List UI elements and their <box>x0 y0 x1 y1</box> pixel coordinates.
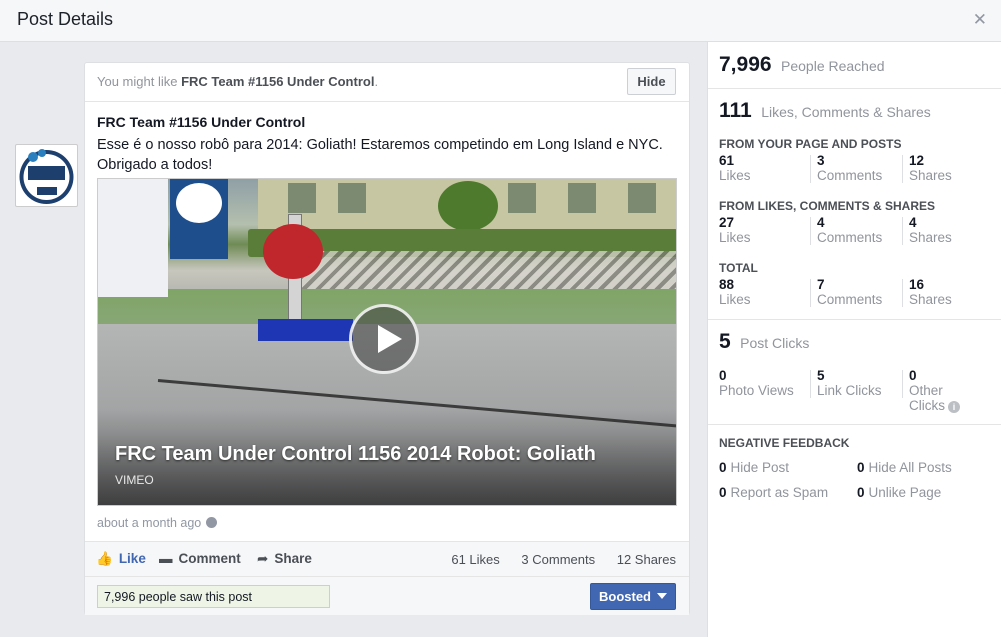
video-title[interactable]: FRC Team Under Control 1156 2014 Robot: … <box>115 443 596 466</box>
video-player[interactable]: FRC Team Under Control 1156 2014 Robot: … <box>97 178 677 506</box>
from-lcs-likes: 27 Likes <box>719 215 751 245</box>
post-author[interactable]: FRC Team #1156 Under Control <box>97 114 305 130</box>
total-heading: TOTAL <box>719 261 758 275</box>
modal-header: Post Details ✕ <box>0 0 1001 42</box>
close-icon[interactable]: ✕ <box>973 10 987 30</box>
boost-footer: 7,996 people saw this post Boosted <box>85 577 689 615</box>
from-lcs-shares: 4 Shares <box>909 215 952 245</box>
unlike-page-stat: 0 Unlike Page <box>857 485 942 500</box>
from-page-comments: 3 Comments <box>817 153 883 183</box>
hide-button[interactable]: Hide <box>627 68 676 95</box>
modal-title: Post Details <box>17 9 114 29</box>
suggestion-text: You might like FRC Team #1156 Under Cont… <box>97 74 379 89</box>
hide-all-posts-stat: 0 Hide All Posts <box>857 460 952 475</box>
clicks-label: Post Clicks <box>740 335 810 351</box>
negative-feedback-section: NEGATIVE FEEDBACK 0 Hide Post 0 Hide All P… <box>708 425 1001 525</box>
suggested-page-link[interactable]: FRC Team #1156 Under Control <box>181 74 374 89</box>
other-clicks: 0 Other Clicks i <box>909 368 960 413</box>
engagement-counts: 61 Likes 3 Comments 12 Shares <box>433 552 676 567</box>
reach-bar: 7,996 people saw this post <box>97 585 330 608</box>
post-clicks-section: 5 Post Clicks 0 Photo Views 5 Link Clicks … <box>708 320 1001 425</box>
play-icon[interactable] <box>349 304 419 374</box>
link-clicks: 5 Link Clicks <box>817 368 882 398</box>
insights-panel: 7,996 People Reached 111 Likes, Comments… <box>707 42 1001 637</box>
total-likes: 88 Likes <box>719 277 751 307</box>
likes-count[interactable]: 61 Likes <box>451 552 499 567</box>
under-control-logo <box>19 149 74 204</box>
from-lcs-heading: FROM LIKES, COMMENTS & SHARES <box>719 199 936 213</box>
suggestion-bar: You might like FRC Team #1156 Under Cont… <box>85 63 689 102</box>
from-page-heading: FROM YOUR PAGE AND POSTS <box>719 137 902 151</box>
comment-icon: ▬ <box>159 551 173 566</box>
boosted-button[interactable]: Boosted <box>590 583 676 610</box>
share-icon: ➦ <box>257 551 269 566</box>
globe-icon <box>206 517 218 528</box>
comments-count[interactable]: 3 Comments <box>521 552 595 567</box>
clicks-number: 5 <box>719 330 731 353</box>
like-button[interactable]: 👍 Like <box>96 551 146 567</box>
negative-heading: NEGATIVE FEEDBACK <box>719 436 850 450</box>
engagement-label: Likes, Comments & Shares <box>761 104 931 120</box>
total-shares: 16 Shares <box>909 277 952 307</box>
post-card: You might like FRC Team #1156 Under Cont… <box>84 62 690 615</box>
hide-post-stat: 0 Hide Post <box>719 460 790 475</box>
engagement-number: 111 <box>719 99 752 122</box>
page-avatar[interactable] <box>15 144 78 207</box>
from-page-shares: 12 Shares <box>909 153 952 183</box>
info-icon[interactable]: i <box>948 401 960 413</box>
post-text: Esse é o nosso robô para 2014: Goliath! … <box>97 137 663 173</box>
video-source: VIMEO <box>115 473 154 487</box>
people-reached: 7,996 People Reached <box>708 42 1001 89</box>
action-bar: 👍 Like ▬ Comment ➦ Share 61 Likes 3 Comment… <box>85 541 689 577</box>
from-page-likes: 61 Likes <box>719 153 751 183</box>
share-button[interactable]: ➦ Share <box>257 551 312 567</box>
post-timestamp[interactable]: about a month ago <box>97 516 218 530</box>
photo-views: 0 Photo Views <box>719 368 794 398</box>
engagement-section: 111 Likes, Comments & Shares FROM YOUR P… <box>708 89 1001 320</box>
post-preview-area: You might like FRC Team #1156 Under Cont… <box>0 42 707 637</box>
thumbs-up-icon: 👍 <box>96 551 113 566</box>
shares-count[interactable]: 12 Shares <box>617 552 676 567</box>
from-lcs-comments: 4 Comments <box>817 215 883 245</box>
reached-label: People Reached <box>781 58 885 74</box>
chevron-down-icon <box>657 593 667 599</box>
comment-button[interactable]: ▬ Comment <box>159 551 241 566</box>
reached-number: 7,996 <box>719 53 772 76</box>
total-comments: 7 Comments <box>817 277 883 307</box>
report-spam-stat: 0 Report as Spam <box>719 485 829 500</box>
